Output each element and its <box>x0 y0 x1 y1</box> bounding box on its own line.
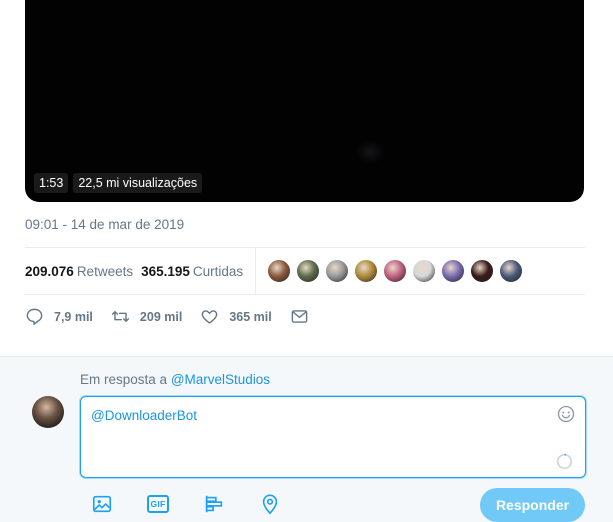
character-counter-icon <box>556 453 573 470</box>
divider <box>25 294 585 295</box>
tweet-actions: 7,9 mil 209 mil 365 mil <box>25 307 337 326</box>
stats-divider <box>255 248 257 294</box>
envelope-icon <box>291 310 308 323</box>
reply-context: Em resposta a @MarvelStudios <box>80 372 270 387</box>
like-count: 365 mil <box>229 309 272 324</box>
liker-avatar[interactable] <box>296 259 321 283</box>
reply-handle-link[interactable]: @MarvelStudios <box>171 372 270 387</box>
compose-toolbar: GIF <box>90 492 282 516</box>
media-button[interactable] <box>90 492 114 516</box>
direct-message-action[interactable] <box>290 307 319 326</box>
reply-input-text: @DownloaderBot <box>91 408 198 423</box>
poll-icon <box>205 495 223 513</box>
liker-avatar[interactable] <box>267 259 292 283</box>
likes-label: Curtidas <box>192 263 244 279</box>
tweet-timestamp[interactable]: 09:01 - 14 de mar de 2019 <box>25 217 184 232</box>
liker-avatar[interactable] <box>412 259 437 283</box>
liker-avatar[interactable] <box>441 259 466 283</box>
liker-avatar[interactable] <box>325 259 350 283</box>
retweet-count: 209 mil <box>139 309 183 324</box>
avatar[interactable] <box>32 396 64 428</box>
liker-avatar[interactable] <box>470 259 495 283</box>
retweets-count: 209.076 <box>25 263 74 279</box>
retweet-action[interactable]: 209 mil <box>111 307 182 326</box>
heart-icon <box>201 310 218 324</box>
reply-input[interactable]: @DownloaderBot <box>80 396 586 478</box>
reply-composer: Em resposta a @MarvelStudios @Downloader… <box>0 356 613 522</box>
location-pin-icon <box>262 494 278 515</box>
video-duration: 1:53 <box>34 173 69 193</box>
video-badges: 1:53 22,5 mi visualizações <box>34 173 203 193</box>
video-views: 22,5 mi visualizações <box>73 173 203 193</box>
video-frame <box>355 140 385 164</box>
liker-avatars <box>267 259 524 283</box>
gif-button[interactable]: GIF <box>146 492 170 516</box>
like-action[interactable]: 365 mil <box>200 307 272 326</box>
location-button[interactable] <box>258 492 282 516</box>
reply-prefix: Em resposta a <box>80 372 168 387</box>
retweet-icon <box>111 311 130 322</box>
tweet-stats: 209.076 Retweets 365.195 Curtidas <box>25 248 585 294</box>
gif-icon: GIF <box>147 495 169 513</box>
liker-avatar[interactable] <box>383 259 408 283</box>
reply-action[interactable]: 7,9 mil <box>25 307 93 326</box>
likes-count: 365.195 <box>141 263 190 279</box>
poll-button[interactable] <box>202 492 226 516</box>
liker-avatar[interactable] <box>354 259 379 283</box>
reply-send-button[interactable]: Responder <box>480 488 585 522</box>
video-player[interactable]: 1:53 22,5 mi visualizações <box>25 0 584 202</box>
likes-stat[interactable]: 365.195 Curtidas <box>141 264 243 279</box>
reply-count: 7,9 mil <box>54 309 93 324</box>
emoji-icon[interactable] <box>557 405 575 423</box>
retweets-label: Retweets <box>76 263 134 279</box>
retweets-stat[interactable]: 209.076 Retweets <box>25 264 133 279</box>
image-icon <box>92 495 112 513</box>
reply-icon <box>26 308 43 325</box>
liker-avatar[interactable] <box>499 259 524 283</box>
